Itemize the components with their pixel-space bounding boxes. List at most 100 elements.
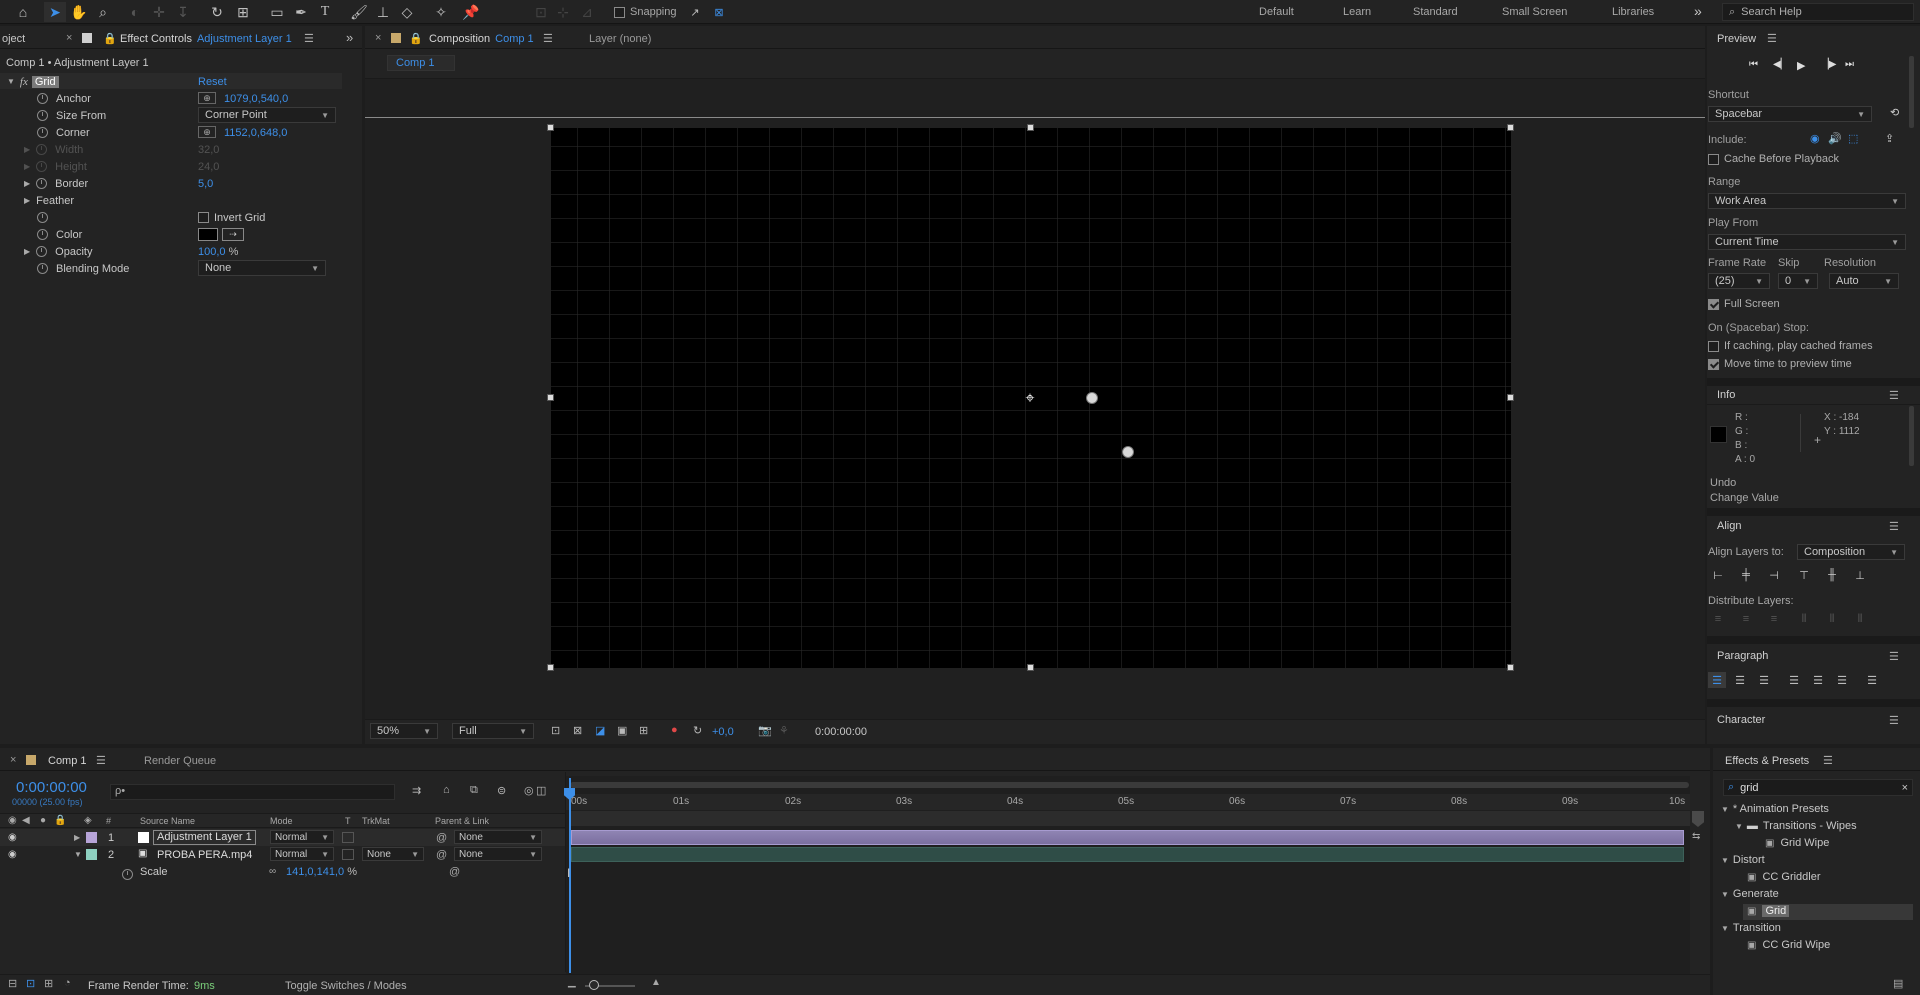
layer-switches-icon[interactable]: ⊟ — [8, 977, 17, 990]
align-vcenter-icon[interactable]: ╫ — [1823, 567, 1841, 583]
effect-controls-tab[interactable]: Effect Controls Adjustment Layer 1 — [120, 33, 292, 45]
align-text-left-icon[interactable]: ☰ — [1708, 672, 1726, 688]
play-icon[interactable]: ▶ — [1797, 59, 1805, 72]
brush-tool-icon[interactable]: 🖌 — [348, 2, 370, 22]
grid-guides-icon[interactable]: ⊞ — [639, 724, 648, 737]
region-of-interest-icon[interactable]: ▣ — [617, 724, 627, 737]
chevron-down-icon[interactable]: ▼ — [74, 850, 82, 859]
tree-transition[interactable]: ▼ Transition — [1721, 922, 1781, 934]
channels-icon[interactable]: ● — [671, 724, 678, 736]
stopwatch-icon[interactable] — [122, 869, 133, 880]
transform-handle[interactable] — [1507, 394, 1514, 401]
timeline-tab[interactable]: Comp 1 — [48, 755, 87, 767]
transform-handle[interactable] — [1027, 664, 1034, 671]
chevron-down-icon[interactable]: ▼ — [1721, 890, 1729, 899]
draft-3d-icon[interactable]: ⌂ — [443, 784, 450, 796]
justify-right-icon[interactable]: ☰ — [1833, 672, 1851, 688]
search-help-box[interactable]: ⌕ Search Help — [1722, 3, 1914, 21]
expand-panels-icon[interactable]: » — [346, 30, 353, 45]
close-tab-icon[interactable]: × — [66, 32, 72, 44]
layer-mode-select[interactable]: Normal ▼ — [270, 830, 334, 844]
timeline-search[interactable]: ρ• — [110, 784, 395, 800]
next-frame-icon[interactable]: ▕▶ — [1821, 59, 1836, 70]
blending-mode-select[interactable]: None ▼ — [198, 260, 326, 276]
fx-icon[interactable]: fx — [20, 76, 28, 88]
layer-name[interactable]: Adjustment Layer 1 — [153, 830, 256, 845]
puppet-pin-icon[interactable]: 📌 — [460, 2, 482, 22]
tree-grid[interactable]: ▣ Grid — [1747, 905, 1790, 917]
orbit-camera-icon[interactable]: ◐ — [124, 2, 146, 22]
scrollbar[interactable] — [1909, 56, 1914, 128]
justify-all-icon[interactable]: ☰ — [1863, 672, 1881, 688]
justify-center-icon[interactable]: ☰ — [1809, 672, 1827, 688]
prop-corner-value[interactable]: 1152,0,648,0 — [224, 127, 287, 139]
more-workspaces-icon[interactable]: » — [1694, 3, 1702, 19]
home-icon[interactable]: ⌂ — [12, 2, 34, 22]
label-color[interactable] — [86, 849, 97, 860]
label-tag-icon[interactable]: ◈ — [84, 815, 92, 826]
align-left-icon[interactable]: ⊢ — [1709, 567, 1727, 583]
lock-switch-icon[interactable]: 🔒 — [54, 815, 66, 826]
zoom-tool-icon[interactable]: ⌕ — [92, 2, 114, 22]
export-icon[interactable]: ⇪ — [1885, 132, 1894, 145]
shy-layers-icon[interactable]: ⧉ — [470, 784, 478, 797]
align-top-icon[interactable]: ⊤ — [1795, 567, 1813, 583]
col-source-name[interactable]: Source Name — [140, 816, 195, 826]
distribute-left-icon[interactable]: ⦀ — [1795, 611, 1813, 627]
frame-rate-select[interactable]: (25) ▼ — [1708, 273, 1770, 289]
stopwatch-icon[interactable] — [37, 93, 48, 104]
align-bottom-icon[interactable]: ⊥ — [1851, 567, 1869, 583]
pickwhip-icon[interactable]: @ — [449, 866, 460, 878]
chevron-right-icon[interactable]: ▶ — [24, 145, 30, 154]
prop-anchor-value[interactable]: 1079,0,540,0 — [224, 93, 288, 105]
cache-before-playback[interactable]: Cache Before Playback — [1708, 153, 1839, 165]
move-time-option[interactable]: Move time to preview time — [1708, 358, 1852, 370]
color-swatch[interactable] — [198, 228, 218, 241]
chevron-right-icon[interactable]: ▶ — [24, 179, 30, 188]
tree-cc-grid-wipe[interactable]: ▣ CC Grid Wipe — [1747, 939, 1830, 951]
chevron-down-icon[interactable]: ▼ — [1735, 822, 1743, 831]
show-snapshot-icon[interactable]: ⚘ — [779, 724, 789, 737]
layer-parent-select[interactable]: None ▼ — [454, 830, 542, 844]
transform-handle[interactable] — [1507, 664, 1514, 671]
tree-animation-presets[interactable]: ▼ * Animation Presets — [1721, 803, 1829, 815]
scrollbar[interactable] — [1909, 406, 1914, 466]
solo-switch-icon[interactable]: ● — [40, 815, 46, 826]
first-frame-icon[interactable]: ⏮ — [1749, 59, 1758, 70]
invert-grid-toggle[interactable]: Invert Grid — [198, 212, 265, 224]
distribute-bottom-icon[interactable]: ≡ — [1765, 611, 1783, 627]
align-right-icon[interactable]: ⊣ — [1765, 567, 1783, 583]
layer-row[interactable]: ◉ ▶ 1 Adjustment Layer 1 Normal ▼ @ None… — [0, 829, 565, 846]
transform-handle[interactable] — [1507, 124, 1514, 131]
render-queue-tab[interactable]: Render Queue — [144, 755, 216, 767]
workspace-default[interactable]: Default — [1259, 6, 1294, 18]
effect-name[interactable]: Grid — [31, 75, 59, 88]
distribute-vcenter-icon[interactable]: ≡ — [1737, 611, 1755, 627]
chevron-right-icon[interactable]: ▶ — [74, 833, 80, 842]
clear-search-icon[interactable]: × — [1902, 782, 1908, 794]
reset-exposure-icon[interactable]: ↻ — [693, 724, 702, 737]
chevron-down-icon[interactable]: ▼ — [1721, 805, 1729, 814]
tree-distort[interactable]: ▼ Distort — [1721, 854, 1765, 866]
chevron-down-icon[interactable]: ▼ — [1721, 924, 1729, 933]
chevron-right-icon[interactable]: ▶ — [24, 162, 30, 171]
motion-blur-icon[interactable]: ◎ — [524, 784, 534, 797]
distribute-hcenter-icon[interactable]: ⦀ — [1823, 611, 1841, 627]
layer-bar-video[interactable] — [571, 847, 1684, 862]
zoom-in-icon[interactable]: ▲ — [651, 977, 661, 988]
stopwatch-icon[interactable] — [36, 246, 48, 257]
stopwatch-icon[interactable] — [36, 161, 48, 172]
align-hcenter-icon[interactable]: ╪ — [1737, 567, 1755, 583]
eyedropper-icon[interactable]: ⇢ — [222, 228, 244, 241]
frame-blending-icon[interactable]: ⊜ — [497, 784, 506, 797]
pen-tool-icon[interactable]: ✒ — [290, 2, 312, 22]
menu-icon[interactable]: ☰ — [1889, 650, 1899, 663]
project-tab[interactable]: oject — [2, 33, 25, 45]
close-tab-icon[interactable]: × — [10, 754, 16, 766]
layer-parent-select[interactable]: None ▼ — [454, 847, 542, 861]
roto-brush-icon[interactable]: ✧ — [430, 2, 452, 22]
comp-timecode[interactable]: 0:00:00:00 — [815, 726, 867, 738]
close-tab-icon[interactable]: × — [375, 32, 381, 44]
stopwatch-icon[interactable] — [36, 144, 48, 155]
timeline-timecode[interactable]: 0:00:00:00 — [16, 779, 87, 796]
